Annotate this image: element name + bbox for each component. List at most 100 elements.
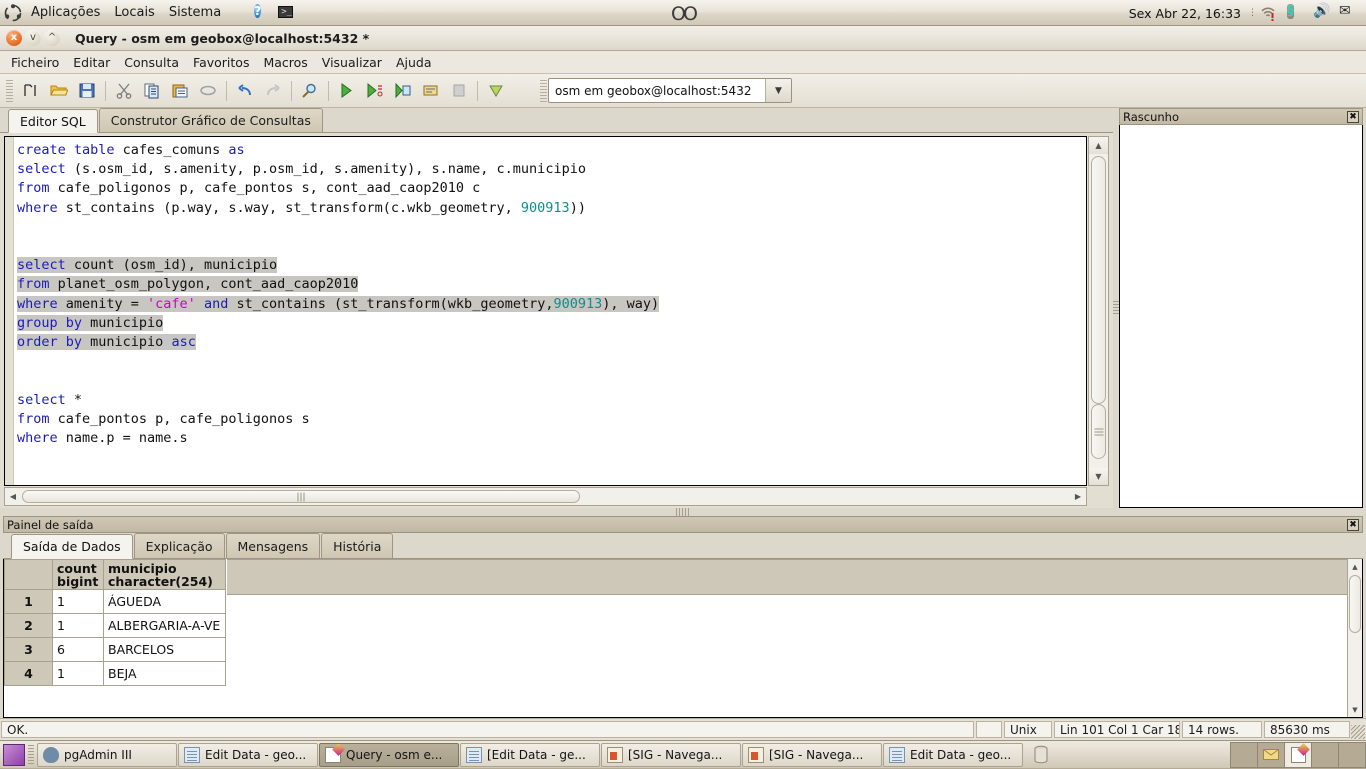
- tab-mensagens[interactable]: Mensagens: [226, 533, 321, 558]
- grid-vertical-scrollbar[interactable]: ▲ ▼: [1347, 559, 1362, 717]
- panel-menu-locais[interactable]: Locais: [107, 3, 161, 22]
- new-query-icon[interactable]: [17, 77, 45, 105]
- menu-macros[interactable]: Macros: [256, 53, 314, 72]
- scroll-left-arrow-icon[interactable]: ◀: [5, 488, 21, 505]
- workspace-4[interactable]: [1311, 742, 1339, 768]
- workspace-3-current[interactable]: [1284, 742, 1312, 768]
- taskbar-item-pgadmin[interactable]: pgAdmin III: [37, 743, 177, 767]
- data-output-grid[interactable]: count bigint municipio character(254) 1 …: [3, 559, 1363, 718]
- sql-code[interactable]: create table cafes_comuns as select (s.o…: [17, 141, 1086, 485]
- horizontal-splitter[interactable]: [0, 508, 1366, 516]
- window-minimize-button[interactable]: v: [25, 30, 41, 46]
- window-close-button[interactable]: x: [6, 30, 22, 46]
- explain-query-icon[interactable]: [389, 77, 417, 105]
- scroll-up-arrow-icon[interactable]: ▲: [1348, 559, 1362, 574]
- panel-menu-aplicacoes[interactable]: Aplicações: [24, 3, 107, 22]
- panel-menu-sistema[interactable]: Sistema: [162, 3, 228, 22]
- menu-visualizar[interactable]: Visualizar: [315, 53, 389, 72]
- editor-scroll-thumb-upper[interactable]: [1091, 156, 1106, 404]
- toolbar-drag-handle[interactable]: [6, 80, 13, 102]
- vertical-splitter[interactable]: [1113, 108, 1119, 508]
- trash-icon[interactable]: [1030, 743, 1052, 767]
- execute-pgscript-icon[interactable]: [361, 77, 389, 105]
- scroll-up-arrow-icon[interactable]: ▲: [1089, 137, 1108, 154]
- connection-select[interactable]: osm em geobox@localhost:5432 ▼: [548, 78, 792, 103]
- cell-municipio[interactable]: BARCELOS: [104, 638, 226, 662]
- menu-editar[interactable]: Editar: [66, 53, 117, 72]
- taskbar-item-query[interactable]: Query - osm e...: [319, 743, 459, 767]
- cell-count[interactable]: 1: [53, 662, 104, 686]
- scroll-down-arrow-icon[interactable]: ▼: [1089, 468, 1108, 485]
- menu-favoritos[interactable]: Favoritos: [186, 53, 256, 72]
- tab-explicacao[interactable]: Explicação: [134, 533, 225, 558]
- menu-ficheiro[interactable]: Ficheiro: [4, 53, 66, 72]
- editor-vertical-scrollbar[interactable]: ▲ ▼: [1088, 136, 1109, 486]
- editor-scroll-thumb[interactable]: [1091, 404, 1106, 459]
- taskbar-item-sig-1[interactable]: [SIG - Navega...: [601, 743, 741, 767]
- ubuntu-logo[interactable]: [4, 4, 22, 22]
- taskbar-item-label: Edit Data - geo...: [910, 748, 1011, 762]
- scroll-right-arrow-icon[interactable]: ▶: [1070, 488, 1086, 505]
- undo-icon[interactable]: [231, 77, 259, 105]
- cell-municipio[interactable]: ÁGUEDA: [104, 590, 226, 614]
- scratch-pad-text[interactable]: [1119, 125, 1363, 508]
- workspace-2[interactable]: [1257, 742, 1285, 768]
- cell-municipio[interactable]: BEJA: [104, 662, 226, 686]
- taskbar-item-edit-data-3[interactable]: Edit Data - geo...: [883, 743, 1023, 767]
- menu-consulta[interactable]: Consulta: [117, 53, 186, 72]
- stop-icon[interactable]: [445, 77, 473, 105]
- paste-icon[interactable]: [166, 77, 194, 105]
- sql-text-area[interactable]: create table cafes_comuns as select (s.o…: [4, 136, 1087, 486]
- tab-saida-de-dados[interactable]: Saída de Dados: [11, 534, 133, 559]
- terminal-icon[interactable]: >_: [278, 3, 298, 23]
- column-header-municipio[interactable]: municipio character(254): [104, 560, 226, 590]
- show-desktop-icon[interactable]: [3, 744, 25, 766]
- clear-icon[interactable]: [194, 77, 222, 105]
- row-number[interactable]: 1: [5, 590, 53, 614]
- cell-count[interactable]: 1: [53, 590, 104, 614]
- grid-scroll-thumb[interactable]: [1349, 575, 1361, 633]
- row-number[interactable]: 2: [5, 614, 53, 638]
- tab-editor-sql[interactable]: Editor SQL: [8, 109, 98, 133]
- save-file-icon[interactable]: [73, 77, 101, 105]
- toolbar-drag-handle-2[interactable]: [540, 80, 547, 102]
- find-icon[interactable]: [296, 77, 324, 105]
- cell-municipio[interactable]: ALBERGARIA-A-VE: [104, 614, 226, 638]
- macro-icon[interactable]: [482, 77, 510, 105]
- chevron-down-icon[interactable]: ▼: [765, 79, 791, 102]
- editor-horizontal-scrollbar[interactable]: ◀ ▶: [4, 487, 1087, 506]
- workspace-5[interactable]: [1338, 742, 1366, 768]
- scroll-down-arrow-icon[interactable]: ▼: [1348, 702, 1362, 717]
- workspace-1[interactable]: [1230, 742, 1258, 768]
- row-number[interactable]: 3: [5, 638, 53, 662]
- clock[interactable]: Sex Abr 22, 16:33: [1129, 6, 1241, 21]
- network-wireless-icon[interactable]: [1260, 5, 1276, 21]
- firefox-icon[interactable]: [230, 3, 250, 23]
- cell-count[interactable]: 6: [53, 638, 104, 662]
- window-maximize-button[interactable]: ^: [44, 30, 60, 46]
- taskbar-item-edit-data-1[interactable]: Edit Data - geo...: [178, 743, 318, 767]
- taskbar-item-edit-data-2[interactable]: [Edit Data - ge...: [460, 743, 600, 767]
- execute-query-icon[interactable]: [333, 77, 361, 105]
- mail-icon[interactable]: ✉: [1339, 3, 1359, 23]
- help-icon[interactable]: ?: [254, 3, 274, 23]
- explain-analyze-icon[interactable]: [417, 77, 445, 105]
- row-number[interactable]: 4: [5, 662, 53, 686]
- copy-icon[interactable]: [138, 77, 166, 105]
- keyring-icon[interactable]: §: [1287, 3, 1307, 23]
- menu-ajuda[interactable]: Ajuda: [389, 53, 439, 72]
- close-icon[interactable]: ✖: [1347, 519, 1359, 531]
- tab-construtor-grafico[interactable]: Construtor Gráfico de Consultas: [99, 108, 323, 132]
- window-resize-grip[interactable]: [1351, 725, 1365, 739]
- redo-icon[interactable]: [259, 77, 287, 105]
- close-icon[interactable]: ✖: [1347, 111, 1359, 123]
- open-file-icon[interactable]: [45, 77, 73, 105]
- volume-icon[interactable]: 🔊: [1313, 3, 1333, 23]
- cell-count[interactable]: 1: [53, 614, 104, 638]
- taskbar-drag-handle[interactable]: [28, 745, 34, 765]
- cut-icon[interactable]: [110, 77, 138, 105]
- tab-historia[interactable]: História: [321, 533, 393, 558]
- column-header-count[interactable]: count bigint: [53, 560, 104, 590]
- taskbar-item-sig-2[interactable]: [SIG - Navega...: [742, 743, 882, 767]
- editor-hscroll-thumb[interactable]: [22, 490, 580, 503]
